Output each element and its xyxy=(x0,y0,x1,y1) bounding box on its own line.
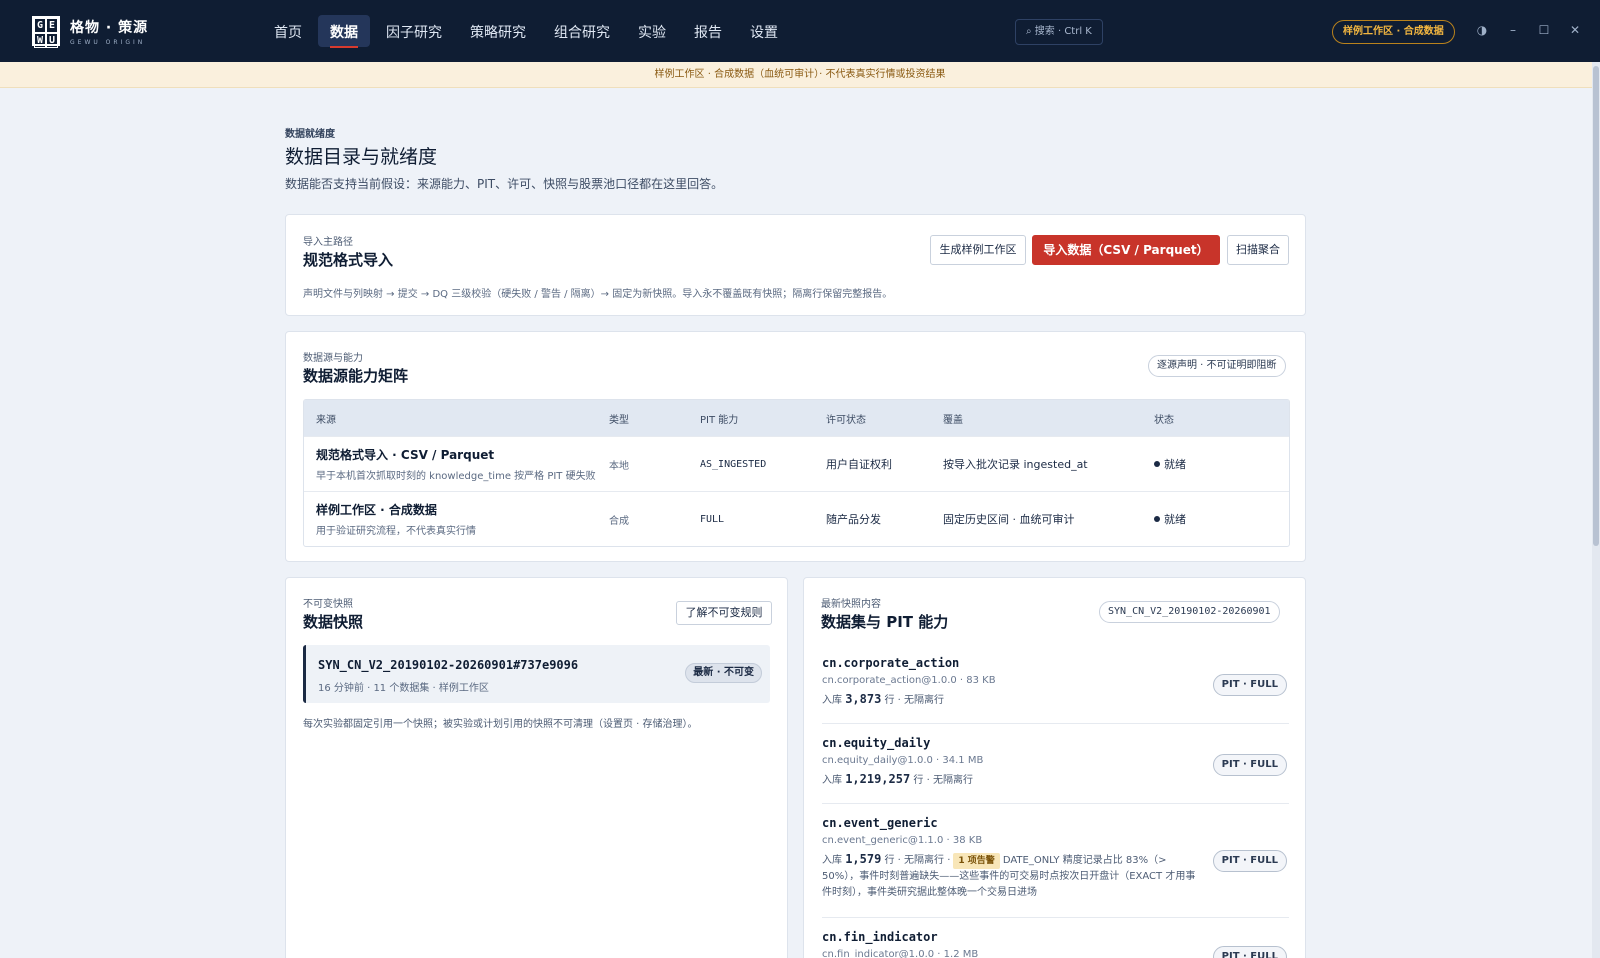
import-card: 导入主路径 规范格式导入 生成样例工作区 导入数据（CSV / Parquet）… xyxy=(285,214,1306,316)
table-row[interactable]: 样例工作区 · 合成数据 用于验证研究流程，不代表真实行情 合成 FULL 随产… xyxy=(304,491,1289,546)
nav-portfolio-research[interactable]: 组合研究 xyxy=(542,15,622,47)
datasets-title: 数据集与 PIT 能力 xyxy=(821,613,949,631)
logo-letter: W xyxy=(34,33,46,48)
pit-badge: PIT · FULL xyxy=(1212,674,1287,696)
snapshot-id: SYN_CN_V2_20190102-20260901#737e9096 xyxy=(318,658,579,672)
source-pit: AS_INGESTED xyxy=(700,458,767,470)
scan-aggregate-button[interactable]: 扫描聚合 xyxy=(1227,235,1289,265)
import-eyebrow: 导入主路径 xyxy=(303,237,353,248)
sample-workspace-banner: 样例工作区 · 合成数据（血统可审计）· 不代表真实行情或投资结果 xyxy=(0,62,1600,88)
brand-subtitle: GEWU ORIGIN xyxy=(70,38,146,46)
nav-strategy-research[interactable]: 策略研究 xyxy=(458,15,538,47)
scrollbar-thumb[interactable] xyxy=(1593,66,1599,546)
nav-reports[interactable]: 报告 xyxy=(682,15,734,47)
nav-data[interactable]: 数据 xyxy=(318,15,370,48)
source-type: 合成 xyxy=(609,515,629,527)
nav-experiments[interactable]: 实验 xyxy=(626,15,678,47)
column-header[interactable]: 来源 xyxy=(316,400,336,436)
status-dot-icon xyxy=(1154,461,1160,467)
source-name: 样例工作区 · 合成数据 xyxy=(316,503,437,517)
nav-home[interactable]: 首页 xyxy=(262,15,314,47)
dataset-name: cn.fin_indicator xyxy=(822,930,938,944)
import-data-button[interactable]: 导入数据（CSV / Parquet） xyxy=(1032,235,1220,265)
sources-policy-pill: 逐源声明 · 不可证明即阻断 xyxy=(1148,355,1286,377)
column-header[interactable]: 状态 xyxy=(1154,400,1174,436)
column-header[interactable]: 类型 xyxy=(609,400,629,436)
maximize-icon[interactable]: ☐ xyxy=(1536,22,1552,38)
dataset-item[interactable]: cn.corporate_action cn.corporate_action@… xyxy=(822,656,1289,706)
snapshot-title: 数据快照 xyxy=(303,613,364,631)
logo-mark-icon: G E W U xyxy=(32,16,60,48)
nav-factor-research[interactable]: 因子研究 xyxy=(374,15,454,47)
source-description: 早于本机首次抓取时刻的 knowledge_time 按严格 PIT 硬失败 xyxy=(316,471,596,482)
divider xyxy=(822,723,1289,724)
dataset-item[interactable]: cn.event_generic cn.event_generic@1.1.0 … xyxy=(822,816,1289,901)
snapshot-note: 每次实验都固定引用一个快照；被实验或计划引用的快照不可清理（设置页 · 存储治理… xyxy=(303,719,698,730)
source-coverage: 按导入批次记录 ingested_at xyxy=(943,458,1088,471)
pit-badge: PIT · FULL xyxy=(1212,946,1287,958)
sources-table: 来源 类型 PIT 能力 许可状态 覆盖 状态 规范格式导入 · CSV / P… xyxy=(303,399,1290,547)
brand-title: 格物 · 策源 xyxy=(70,19,149,36)
snapshot-eyebrow: 不可变快照 xyxy=(303,599,353,610)
snapshot-id-pill: SYN_CN_V2_20190102-20260901 xyxy=(1099,601,1280,623)
status-dot-icon xyxy=(1154,516,1160,522)
table-row[interactable]: 规范格式导入 · CSV / Parquet 早于本机首次抓取时刻的 knowl… xyxy=(304,436,1289,491)
workspace-badge[interactable]: 样例工作区 · 合成数据 xyxy=(1332,20,1455,44)
dataset-item[interactable]: cn.equity_daily cn.equity_daily@1.0.0 · … xyxy=(822,736,1289,786)
dataset-version: cn.event_generic@1.1.0 · 38 KB xyxy=(822,835,983,846)
divider xyxy=(822,917,1289,918)
nav-settings[interactable]: 设置 xyxy=(738,15,790,47)
dataset-name: cn.corporate_action xyxy=(822,656,960,670)
page-title: 数据目录与就绪度 xyxy=(285,146,438,168)
top-bar: G E W U 格物 · 策源 GEWU ORIGIN 首页 数据 因子研究 策… xyxy=(0,0,1600,62)
table-header: 来源 类型 PIT 能力 许可状态 覆盖 状态 xyxy=(304,400,1289,436)
column-header[interactable]: 许可状态 xyxy=(826,400,866,436)
page-eyebrow: 数据就绪度 xyxy=(285,129,335,140)
column-header[interactable]: PIT 能力 xyxy=(700,400,738,436)
theme-toggle-icon[interactable]: ◑ xyxy=(1474,22,1490,38)
dataset-rows: 入库 1,579 行 · 无隔离行 · 1 项告警 DATE_ONLY 精度记录占比… xyxy=(822,852,1196,898)
column-header[interactable]: 覆盖 xyxy=(943,400,963,436)
dataset-name: cn.event_generic xyxy=(822,816,938,830)
source-license: 用户自证权利 xyxy=(826,458,892,471)
pit-badge: PIT · FULL xyxy=(1212,754,1287,776)
source-type: 本地 xyxy=(609,460,629,472)
dataset-name: cn.equity_daily xyxy=(822,736,931,750)
divider xyxy=(822,803,1289,804)
source-name: 规范格式导入 · CSV / Parquet xyxy=(316,448,495,462)
snapshot-item[interactable]: SYN_CN_V2_20190102-20260901#737e9096 16 … xyxy=(303,645,770,703)
sources-eyebrow: 数据源与能力 xyxy=(303,353,363,364)
immutable-rules-button[interactable]: 了解不可变规则 xyxy=(676,601,772,625)
source-license: 随产品分发 xyxy=(826,513,881,526)
generate-sample-button[interactable]: 生成样例工作区 xyxy=(930,235,1026,265)
import-title: 规范格式导入 xyxy=(303,251,394,269)
page-description: 数据能否支持当前假设：来源能力、PIT、许可、快照与股票池口径都在这里回答。 xyxy=(285,177,724,191)
warning-chip[interactable]: 1 项告警 xyxy=(953,853,1000,869)
search-button[interactable]: ⌕ 搜索 · Ctrl K xyxy=(1015,19,1103,45)
pit-badge: PIT · FULL xyxy=(1212,850,1287,872)
datasets-eyebrow: 最新快照内容 xyxy=(821,599,881,610)
source-status: 就绪 xyxy=(1154,437,1186,491)
snapshot-meta: 16 分钟前 · 11 个数据集 · 样例工作区 xyxy=(318,683,489,694)
source-coverage: 固定历史区间 · 血统可审计 xyxy=(943,513,1075,526)
status-label: 就绪 xyxy=(1164,513,1186,526)
source-status: 就绪 xyxy=(1154,492,1186,546)
source-pit: FULL xyxy=(700,513,725,525)
logo-letter: G xyxy=(34,18,46,33)
source-description: 用于验证研究流程，不代表真实行情 xyxy=(316,526,476,537)
sources-title: 数据源能力矩阵 xyxy=(303,367,409,385)
snapshot-status-badge: 最新 · 不可变 xyxy=(685,663,762,683)
logo-letter: E xyxy=(46,18,58,33)
main-nav: 首页 数据 因子研究 策略研究 组合研究 实验 报告 设置 xyxy=(262,15,790,48)
dataset-item[interactable]: cn.fin_indicator cn.fin_indicator@1.0.0 … xyxy=(822,930,1289,958)
brand-logo[interactable]: G E W U 格物 · 策源 GEWU ORIGIN xyxy=(32,16,149,48)
logo-letter: U xyxy=(46,33,58,48)
status-label: 就绪 xyxy=(1164,458,1186,471)
close-icon[interactable]: ✕ xyxy=(1567,22,1583,38)
snapshot-card: 不可变快照 数据快照 了解不可变规则 每次实验都固定引用一个快照；被实验或计划引… xyxy=(285,577,788,958)
minimize-icon[interactable]: – xyxy=(1505,22,1521,38)
import-description: 声明文件与列映射 → 提交 → DQ 三级校验（硬失败 / 警告 / 隔离）→ … xyxy=(303,289,893,300)
